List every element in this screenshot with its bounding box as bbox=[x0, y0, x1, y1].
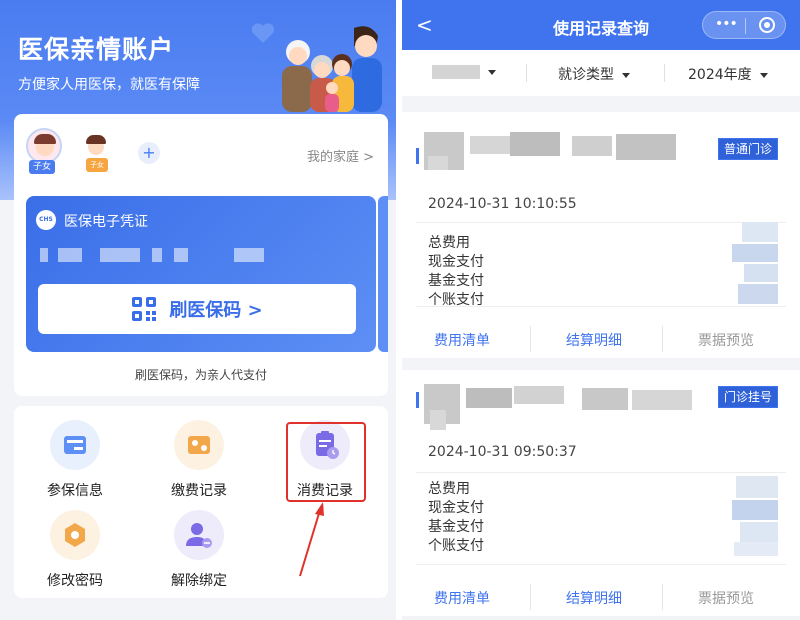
id-card-icon bbox=[50, 420, 100, 470]
settlement-detail-button[interactable]: 结算明细 bbox=[566, 588, 622, 608]
show-medical-qr-button[interactable]: 刷医保码 > bbox=[38, 284, 356, 334]
chs-logo-icon: CHS bbox=[36, 210, 56, 230]
family-card: 子女 子女 + 我的家庭 > CHS 医保电子凭证 刷医保码 > 刷医保码，为亲… bbox=[14, 114, 388, 396]
nav-bar: < 使用记录查询 ••• bbox=[402, 0, 800, 50]
total-cost-label: 总费用 bbox=[428, 481, 470, 497]
menu-label: 参保信息 bbox=[47, 483, 103, 499]
cash-payment-label: 现金支付 bbox=[428, 500, 484, 516]
record-card[interactable]: 门诊挂号 2024-10-31 09:50:37 总费用 现金支付 基金支付 个… bbox=[402, 370, 800, 616]
family-account-panel: 医保亲情账户 方便家人用医保，就医有保障 子女 子女 + 我的家庭 > CHS … bbox=[0, 0, 396, 620]
filter-member[interactable] bbox=[432, 64, 496, 80]
show-medical-qr-label: 刷医保码 > bbox=[169, 300, 263, 321]
cost-list-button[interactable]: 费用清单 bbox=[434, 330, 490, 350]
menu-change-password[interactable]: 修改密码 bbox=[30, 510, 120, 590]
chevron-down-icon bbox=[488, 69, 496, 75]
highlight-box bbox=[286, 422, 366, 502]
menu-label: 修改密码 bbox=[47, 573, 103, 589]
receipt-preview-button[interactable]: 票据预览 bbox=[698, 330, 754, 350]
account-payment-label: 个账支付 bbox=[428, 538, 484, 554]
medical-voucher-card: CHS 医保电子凭证 刷医保码 > bbox=[26, 196, 376, 352]
fund-payment-label: 基金支付 bbox=[428, 273, 484, 289]
next-voucher-peek[interactable] bbox=[378, 196, 388, 352]
record-time: 2024-10-31 09:50:37 bbox=[428, 444, 577, 460]
filter-label: 2024年度 bbox=[688, 67, 752, 83]
visit-type-badge: 普通门诊 bbox=[717, 138, 778, 160]
receipt-preview-button[interactable]: 票据预览 bbox=[698, 588, 754, 608]
filter-year[interactable]: 2024年度 bbox=[688, 64, 768, 84]
menu-insurance-info[interactable]: 参保信息 bbox=[30, 420, 120, 500]
child-hair-icon bbox=[86, 135, 106, 144]
cash-payment-label: 现金支付 bbox=[428, 254, 484, 270]
masked-member-name bbox=[432, 65, 480, 79]
member-tag: 子女 bbox=[86, 158, 108, 172]
filter-bar: 就诊类型 2024年度 bbox=[402, 50, 800, 96]
visit-type-badge: 门诊挂号 bbox=[717, 386, 778, 408]
filter-label: 就诊类型 bbox=[558, 67, 614, 83]
masked-id-number bbox=[40, 248, 280, 262]
hero-subtitle: 方便家人用医保，就医有保障 bbox=[18, 77, 200, 93]
close-target-icon[interactable] bbox=[759, 17, 775, 33]
annotation-arrow bbox=[299, 502, 324, 577]
add-member-button[interactable]: + bbox=[138, 142, 160, 164]
family-illustration bbox=[282, 26, 382, 112]
account-payment-label: 个账支付 bbox=[428, 292, 484, 308]
total-cost-label: 总费用 bbox=[428, 235, 470, 251]
member-avatar[interactable] bbox=[26, 128, 62, 164]
member-tag: 子女 bbox=[29, 160, 56, 174]
more-icon[interactable]: ••• bbox=[715, 16, 738, 32]
user-unlink-icon bbox=[174, 510, 224, 560]
chevron-down-icon bbox=[622, 72, 630, 78]
hero-title: 医保亲情账户 bbox=[18, 35, 175, 64]
menu-label: 解除绑定 bbox=[171, 573, 227, 589]
my-family-link[interactable]: 我的家庭 > bbox=[307, 146, 374, 165]
record-actions: 费用清单 结算明细 票据预览 bbox=[402, 318, 800, 358]
masked-amounts bbox=[732, 476, 778, 560]
menu-unbind[interactable]: 解除绑定 bbox=[154, 510, 244, 590]
record-actions: 费用清单 结算明细 票据预览 bbox=[402, 576, 800, 616]
record-time: 2024-10-31 10:10:55 bbox=[428, 196, 577, 212]
masked-amounts bbox=[732, 222, 778, 306]
usage-records-panel: < 使用记录查询 ••• 就诊类型 2024年度 普通门诊 2024-10-31… bbox=[402, 0, 800, 620]
mini-program-capsule: ••• bbox=[702, 11, 786, 39]
hexagon-lock-icon bbox=[50, 510, 100, 560]
fund-payment-label: 基金支付 bbox=[428, 519, 484, 535]
cost-list-button[interactable]: 费用清单 bbox=[434, 588, 490, 608]
amount-labels: 总费用 现金支付 基金支付 个账支付 bbox=[428, 234, 484, 310]
chevron-down-icon bbox=[759, 72, 768, 78]
payment-card-icon bbox=[174, 420, 224, 470]
voucher-hint: 刷医保码，为亲人代支付 bbox=[134, 368, 267, 382]
filter-visit-type[interactable]: 就诊类型 bbox=[558, 64, 630, 84]
qr-code-icon bbox=[132, 297, 157, 321]
amount-labels: 总费用 现金支付 基金支付 个账支付 bbox=[428, 480, 484, 556]
voucher-title: 医保电子凭证 bbox=[64, 214, 148, 230]
menu-payment-records[interactable]: 缴费记录 bbox=[154, 420, 244, 500]
settlement-detail-button[interactable]: 结算明细 bbox=[566, 330, 622, 350]
record-card[interactable]: 普通门诊 2024-10-31 10:10:55 总费用 现金支付 基金支付 个… bbox=[402, 112, 800, 358]
child-hair-icon bbox=[34, 134, 56, 144]
menu-label: 缴费记录 bbox=[171, 483, 227, 499]
